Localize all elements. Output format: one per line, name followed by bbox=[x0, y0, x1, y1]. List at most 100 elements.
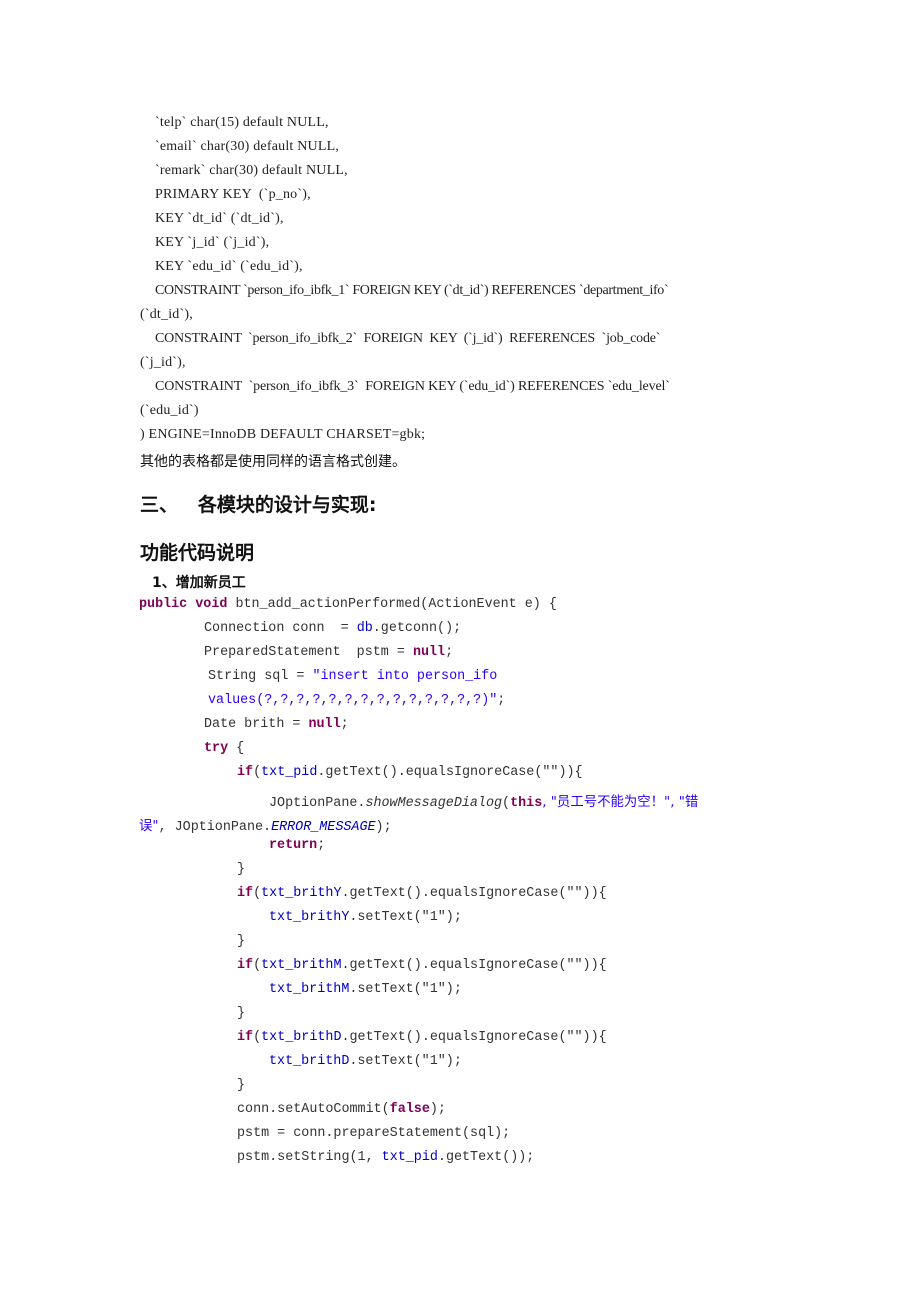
code-text: , JOptionPane. bbox=[158, 820, 272, 835]
string-literal: , "员工号不能为空！", "错 bbox=[542, 795, 699, 810]
code-line-show-message-cont: 误", JOptionPane.ERROR_MESSAGE); bbox=[139, 814, 392, 835]
code-line-if-pid: if(txt_pid.getText().equalsIgnoreCase(""… bbox=[237, 765, 583, 780]
code-text: ( bbox=[253, 765, 262, 780]
code-text: btn_add_actionPerformed(ActionEvent e) { bbox=[227, 597, 557, 612]
code-text: .getText().equalsIgnoreCase("")){ bbox=[341, 886, 607, 901]
document-page: `telp` char(15) default NULL, `email` ch… bbox=[0, 0, 920, 1302]
constant-ref: ERROR_MESSAGE bbox=[271, 820, 376, 835]
code-text: pstm.setString(1, bbox=[237, 1150, 382, 1165]
section-heading: 三、 各模块的设计与实现: bbox=[140, 494, 377, 516]
code-text: ; bbox=[340, 717, 349, 732]
sql-line-key-dt-id: KEY `dt_id` (`dt_id`), bbox=[155, 211, 284, 226]
code-line-connection: Connection conn = db.getconn(); bbox=[204, 621, 461, 636]
code-line-if-brith-m: if(txt_brithM.getText().equalsIgnoreCase… bbox=[237, 958, 607, 973]
string-literal: 误" bbox=[139, 819, 159, 834]
code-text: ; bbox=[445, 645, 454, 660]
code-text: .setText("1"); bbox=[349, 910, 462, 925]
keyword: if bbox=[237, 886, 254, 901]
subheading: 功能代码说明 bbox=[140, 542, 255, 564]
field-ref: txt_brithY bbox=[269, 910, 350, 925]
keyword: if bbox=[237, 765, 254, 780]
sql-line-key-edu-id: KEY `edu_id` (`edu_id`), bbox=[155, 259, 303, 274]
keyword: return bbox=[269, 838, 318, 853]
code-line-brace-close: } bbox=[237, 1006, 246, 1021]
code-text: ( bbox=[253, 958, 262, 973]
code-text: ( bbox=[502, 796, 511, 811]
sql-line-constraint-1-cont: (`dt_id`), bbox=[140, 307, 193, 322]
code-text: Date brith = bbox=[204, 717, 309, 732]
keyword: this bbox=[510, 796, 543, 811]
keyword: public bbox=[139, 597, 188, 612]
code-text: .getText().equalsIgnoreCase("")){ bbox=[317, 765, 583, 780]
sql-line-key-j-id: KEY `j_id` (`j_id`), bbox=[155, 235, 270, 250]
keyword: null bbox=[412, 645, 446, 660]
code-line-show-message: JOptionPane.showMessageDialog(this, "员工号… bbox=[269, 790, 698, 811]
sql-line-telp: `telp` char(15) default NULL, bbox=[155, 115, 329, 130]
keyword: null bbox=[308, 717, 341, 732]
code-text: ); bbox=[375, 820, 392, 835]
field-ref: txt_brithM bbox=[269, 982, 350, 997]
code-line-auto-commit: conn.setAutoCommit(false); bbox=[237, 1102, 446, 1117]
sql-line-primary-key: PRIMARY KEY (`p_no`), bbox=[155, 187, 311, 202]
code-text: ( bbox=[253, 886, 262, 901]
code-line-pstm: PreparedStatement pstm = null; bbox=[204, 645, 453, 660]
code-line-if-brith-d: if(txt_brithD.getText().equalsIgnoreCase… bbox=[237, 1030, 607, 1045]
code-line-method-signature: public void btn_add_actionPerformed(Acti… bbox=[139, 597, 557, 612]
field-ref: txt_pid bbox=[381, 1150, 438, 1165]
sql-line-constraint-1: CONSTRAINT `person_ifo_ibfk_1` FOREIGN K… bbox=[155, 283, 669, 298]
code-text: String sql = bbox=[208, 669, 313, 684]
field-ref: db bbox=[356, 621, 373, 636]
code-line-brace-close: } bbox=[237, 1078, 246, 1093]
code-text: .getText()); bbox=[437, 1150, 535, 1165]
field-ref: txt_pid bbox=[261, 765, 318, 780]
code-text: .getconn(); bbox=[372, 621, 462, 636]
code-line-brace-close: } bbox=[237, 934, 246, 949]
code-line-prepare-statement: pstm = conn.prepareStatement(sql); bbox=[237, 1126, 511, 1141]
sql-line-constraint-3-cont: (`edu_id`) bbox=[140, 403, 199, 418]
string-literal: values(?,?,?,?,?,?,?,?,?,?,?,?,?,?)" bbox=[208, 693, 498, 708]
keyword: if bbox=[237, 1030, 254, 1045]
code-text: .getText().equalsIgnoreCase("")){ bbox=[341, 958, 607, 973]
code-line-set-brith-m: txt_brithM.setText("1"); bbox=[269, 982, 462, 997]
code-text: JOptionPane. bbox=[269, 796, 366, 811]
sql-line-constraint-2: CONSTRAINT `person_ifo_ibfk_2` FOREIGN K… bbox=[155, 331, 661, 346]
method-ref: showMessageDialog bbox=[365, 796, 503, 811]
code-line-try: try { bbox=[204, 741, 244, 756]
code-text: .setText("1"); bbox=[349, 982, 462, 997]
code-line-brace-close: } bbox=[237, 862, 246, 877]
field-ref: txt_brithM bbox=[261, 958, 342, 973]
code-text: Connection conn = bbox=[204, 621, 357, 636]
sql-line-constraint-2-cont: (`j_id`), bbox=[140, 355, 186, 370]
field-ref: txt_brithD bbox=[261, 1030, 342, 1045]
code-text: PreparedStatement pstm = bbox=[204, 645, 413, 660]
keyword: void bbox=[195, 597, 228, 612]
code-text: conn.setAutoCommit( bbox=[237, 1102, 390, 1117]
code-text: .setText("1"); bbox=[349, 1054, 462, 1069]
note-paragraph: 其他的表格都是使用同样的语言格式创建。 bbox=[140, 454, 406, 470]
code-text: ; bbox=[317, 838, 326, 853]
code-line-sql-string: String sql = "insert into person_ifo bbox=[208, 669, 497, 684]
code-line-return: return; bbox=[269, 838, 325, 853]
field-ref: txt_brithD bbox=[269, 1054, 350, 1069]
keyword: if bbox=[237, 958, 254, 973]
code-line-set-brith-d: txt_brithD.setText("1"); bbox=[269, 1054, 462, 1069]
sql-line-remark: `remark` char(30) default NULL, bbox=[155, 163, 348, 178]
code-line-set-string: pstm.setString(1, txt_pid.getText()); bbox=[237, 1150, 534, 1165]
sql-line-constraint-3: CONSTRAINT `person_ifo_ibfk_3` FOREIGN K… bbox=[155, 379, 670, 394]
code-text: .getText().equalsIgnoreCase("")){ bbox=[341, 1030, 607, 1045]
code-line-if-brith-y: if(txt_brithY.getText().equalsIgnoreCase… bbox=[237, 886, 607, 901]
code-text: ; bbox=[497, 693, 506, 708]
keyword: try bbox=[204, 741, 229, 756]
keyword: false bbox=[389, 1102, 430, 1117]
item-heading: 1、增加新员工 bbox=[152, 575, 246, 591]
code-line-set-brith-y: txt_brithY.setText("1"); bbox=[269, 910, 462, 925]
string-literal: "insert into person_ifo bbox=[312, 669, 498, 684]
code-text: ); bbox=[429, 1102, 446, 1117]
code-text: { bbox=[228, 741, 245, 756]
code-line-date: Date brith = null; bbox=[204, 717, 349, 732]
code-line-sql-values: values(?,?,?,?,?,?,?,?,?,?,?,?,?,?)"; bbox=[208, 693, 505, 708]
sql-line-engine: ) ENGINE=InnoDB DEFAULT CHARSET=gbk; bbox=[140, 427, 426, 442]
code-text: ( bbox=[253, 1030, 262, 1045]
sql-line-email: `email` char(30) default NULL, bbox=[155, 139, 340, 154]
field-ref: txt_brithY bbox=[261, 886, 342, 901]
